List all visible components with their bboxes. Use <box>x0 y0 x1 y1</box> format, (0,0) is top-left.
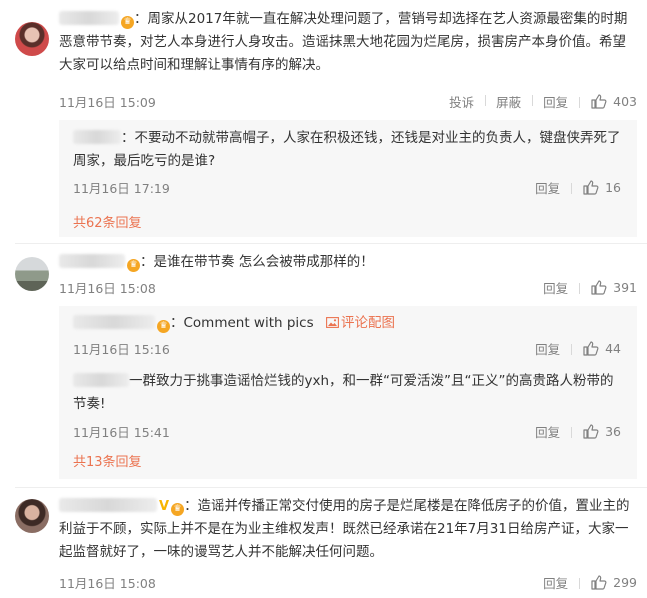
like-button[interactable]: 391 <box>579 280 637 295</box>
comment-feed: ♛ ：周家从2017年就一直在解决处理问题了，营销号却选择在艺人资源最密集的时期恶… <box>0 0 647 598</box>
like-button[interactable]: 16 <box>571 180 621 195</box>
reply-box: ：不要动不动就带高帽子，人家在积极还钱，还钱是对业主的负责人，键盘侠弄死了周家，… <box>59 120 637 237</box>
vip-badge-icon: ♛ <box>121 16 134 29</box>
reply-username[interactable] <box>73 315 155 329</box>
avatar[interactable] <box>15 499 49 533</box>
username[interactable] <box>59 11 119 25</box>
image-icon <box>326 317 339 328</box>
comment-time: 11月16日 15:08 <box>59 576 156 591</box>
like-button[interactable]: 403 <box>579 94 637 109</box>
thumbs-up-icon <box>583 341 599 356</box>
block-button[interactable]: 屏蔽 <box>485 92 532 111</box>
reply-button[interactable]: 回复 <box>524 178 571 197</box>
reply-time: 11月16日 17:19 <box>73 181 170 196</box>
reply-text: 一群致力于挑事造谣恰烂钱的yxh，和一群“可爱活泼”且“正义”的高贵路人粉带的节… <box>73 373 614 412</box>
reply-button[interactable]: 回复 <box>524 422 571 441</box>
reply-button[interactable]: 回复 <box>532 573 579 592</box>
username[interactable] <box>59 498 157 512</box>
reply-button[interactable]: 回复 <box>532 278 579 297</box>
like-count: 391 <box>613 280 637 295</box>
reply-time: 11月16日 15:41 <box>73 425 170 440</box>
reply-username[interactable] <box>73 373 129 387</box>
like-button[interactable]: 36 <box>571 424 621 439</box>
reply-button[interactable]: 回复 <box>532 92 579 111</box>
reply-box: ♛ ：Comment with pics 评论配图 11月16日 15:16 回复… <box>59 306 637 479</box>
username[interactable] <box>59 254 125 268</box>
like-button[interactable]: 44 <box>571 341 621 356</box>
more-replies-link[interactable]: 共13条回复 <box>73 451 142 470</box>
divider <box>15 243 647 244</box>
reply-username[interactable] <box>73 130 121 144</box>
avatar[interactable] <box>15 22 49 56</box>
comment-pic-link[interactable]: 评论配图 <box>318 315 395 331</box>
like-count: 36 <box>605 424 621 439</box>
avatar[interactable] <box>15 257 49 291</box>
like-count: 403 <box>613 94 637 109</box>
thumbs-up-icon <box>583 180 599 195</box>
comment-text: ：周家从2017年就一直在解决处理问题了，营销号却选择在艺人资源最密集的时期恶意… <box>59 11 628 73</box>
like-button[interactable]: 299 <box>579 575 637 590</box>
thumbs-up-icon <box>583 424 599 439</box>
thumbs-up-icon <box>591 575 607 590</box>
like-count: 16 <box>605 180 621 195</box>
divider <box>15 487 647 488</box>
comment-text: ：是谁在带节奏 怎么会被带成那样的！ <box>140 254 374 270</box>
vip-badge-icon: ♛ <box>171 503 185 516</box>
vip-badge-icon: ♛ <box>127 259 140 272</box>
thumbs-up-icon <box>591 280 607 295</box>
verified-icon: V <box>159 499 170 514</box>
comment-time: 11月16日 15:09 <box>59 95 156 110</box>
vip-badge-icon: ♛ <box>157 320 170 333</box>
like-count: 44 <box>605 341 621 356</box>
more-replies-link[interactable]: 共62条回复 <box>73 212 142 231</box>
like-count: 299 <box>613 575 637 590</box>
report-button[interactable]: 投诉 <box>438 92 485 111</box>
reply-button[interactable]: 回复 <box>524 339 571 358</box>
comment-time: 11月16日 15:08 <box>59 281 156 296</box>
reply-text: ：Comment with pics <box>170 315 314 331</box>
reply-time: 11月16日 15:16 <box>73 342 170 357</box>
reply-text: ：不要动不动就带高帽子，人家在积极还钱，还钱是对业主的负责人，键盘侠弄死了周家，… <box>73 130 621 169</box>
thumbs-up-icon <box>591 94 607 109</box>
